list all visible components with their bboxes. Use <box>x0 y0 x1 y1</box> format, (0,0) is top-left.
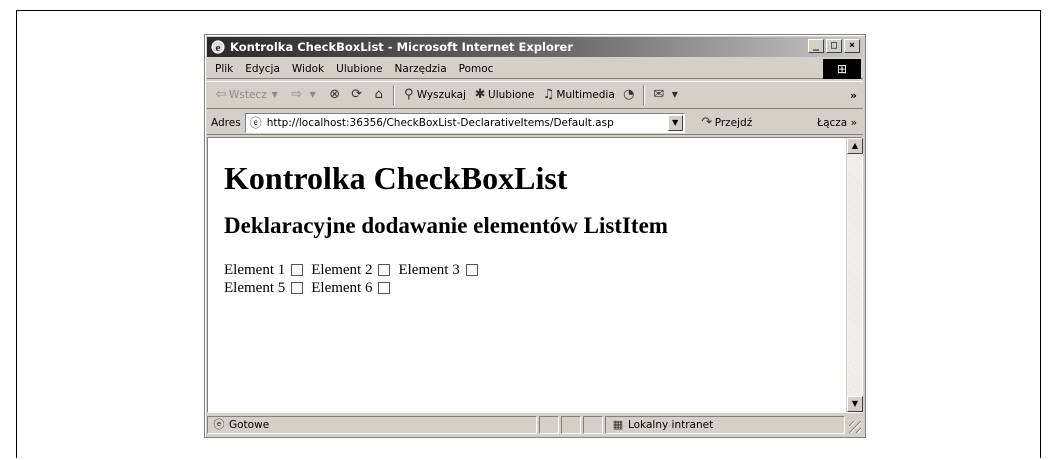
search-icon: ⚲ <box>403 87 414 102</box>
chevron-down-icon: ▼ <box>671 90 678 99</box>
checkbox[interactable] <box>291 282 304 294</box>
search-label: Wyszukaj <box>416 89 467 101</box>
mail-button[interactable]: ✉ ▼ <box>651 87 683 103</box>
title-bar[interactable]: e Kontrolka CheckBoxList - Microsoft Int… <box>207 37 863 57</box>
home-button[interactable]: ⌂ <box>371 87 387 103</box>
vertical-scrollbar[interactable]: ▲ ▼ <box>846 138 863 412</box>
media-icon: ♫ <box>542 87 555 102</box>
address-url[interactable]: http://localhost:36356/CheckBoxList-Decl… <box>267 117 662 129</box>
scroll-up-arrow-icon[interactable]: ▲ <box>847 138 863 154</box>
toolbar-separator <box>642 85 645 105</box>
checkbox-item[interactable]: Element 3 <box>398 261 478 279</box>
status-cell <box>539 416 559 434</box>
stop-button[interactable]: ⊗ <box>327 87 343 103</box>
maximize-button[interactable]: □ <box>826 39 842 53</box>
intranet-icon: ▦ <box>612 418 624 431</box>
media-button[interactable]: ♫ Multimedia <box>540 87 615 103</box>
status-main: ⓔ Gotowe <box>207 416 537 434</box>
chevron-down-icon: ▼ <box>271 90 278 99</box>
forward-button[interactable]: ⇨ ▼ <box>289 87 321 103</box>
svg-text:e: e <box>216 42 221 54</box>
checkbox-list: Element 1 Element 2 Element 3 Element 5 <box>224 261 668 297</box>
back-button[interactable]: ⇦ Wstecz ▼ <box>213 87 283 103</box>
favorites-icon: ✱ <box>474 87 486 102</box>
mail-icon: ✉ <box>653 87 665 102</box>
go-button[interactable]: ↷ Przejdź <box>699 114 753 131</box>
stop-icon: ⊗ <box>329 87 341 102</box>
back-arrow-icon: ⇦ <box>215 87 227 102</box>
refresh-icon: ⟳ <box>351 87 363 102</box>
checkbox-row: Element 1 Element 2 Element 3 <box>224 261 668 279</box>
page-content: Kontrolka CheckBoxList Deklaracyjne doda… <box>224 160 668 297</box>
window-title: Kontrolka CheckBoxList - Microsoft Inter… <box>230 40 574 54</box>
checkbox-item[interactable]: Element 1 <box>224 261 304 279</box>
go-arrow-icon: ↷ <box>701 114 713 130</box>
media-label: Multimedia <box>556 89 615 101</box>
menu-widok[interactable]: Widok <box>286 63 330 75</box>
page-viewport: Kontrolka CheckBoxList Deklaracyjne doda… <box>207 137 863 413</box>
security-zone: ▦ Lokalny intranet <box>605 416 845 434</box>
checkbox[interactable] <box>291 264 304 276</box>
checkbox-label: Element 1 <box>224 261 286 278</box>
address-label: Adres <box>211 116 241 129</box>
history-icon: ◔ <box>623 87 635 102</box>
status-cell <box>561 416 581 434</box>
menu-narzedzia[interactable]: Narzędzia <box>389 63 453 75</box>
page-heading: Kontrolka CheckBoxList <box>224 160 568 196</box>
refresh-button[interactable]: ⟳ <box>349 87 365 103</box>
checkbox[interactable] <box>378 264 391 276</box>
page-subheading: Deklaracyjne dodawanie elementów ListIte… <box>224 213 668 238</box>
close-button[interactable]: × <box>844 39 860 53</box>
history-button[interactable]: ◔ <box>621 87 637 103</box>
zone-text: Lokalny intranet <box>628 419 714 431</box>
checkbox-label: Element 6 <box>311 279 373 296</box>
windows-flag-icon: ⊞ <box>823 59 861 79</box>
menu-plik[interactable]: Plik <box>207 63 239 75</box>
browser-window: e Kontrolka CheckBoxList - Microsoft Int… <box>204 34 866 438</box>
favorites-button[interactable]: ✱ Ulubione <box>472 87 535 103</box>
address-dropdown-button[interactable]: ▼ <box>667 114 683 131</box>
forward-arrow-icon: ⇨ <box>291 87 303 102</box>
checkbox-label: Element 3 <box>398 261 460 278</box>
address-bar: Adres ⓔ http://localhost:36356/CheckBoxL… <box>207 111 863 135</box>
page-icon: ⓔ <box>249 115 262 130</box>
checkbox-item[interactable]: Element 2 <box>311 261 391 279</box>
page-done-icon: ⓔ <box>213 418 225 431</box>
checkbox[interactable] <box>465 264 478 276</box>
status-cell <box>583 416 603 434</box>
go-label: Przejdź <box>714 116 753 129</box>
standard-toolbar: ⇦ Wstecz ▼ ⇨ ▼ ⊗ ⟳ ⌂ ⚲ Wyszukaj ✱ Ulubio… <box>207 81 863 109</box>
links-button[interactable]: Łącza » <box>817 117 857 129</box>
menu-bar: Plik Edycja Widok Ulubione Narzędzia Pom… <box>207 59 863 79</box>
status-text: Gotowe <box>229 419 270 431</box>
scroll-down-arrow-icon[interactable]: ▼ <box>847 396 863 412</box>
chevron-down-icon: ▼ <box>309 90 316 99</box>
checkbox-item[interactable]: Element 5 <box>224 279 304 297</box>
minimize-button[interactable]: _ <box>808 39 824 53</box>
status-bar: ⓔ Gotowe ▦ Lokalny intranet <box>207 415 863 435</box>
home-icon: ⌂ <box>374 87 383 102</box>
menu-pomoc[interactable]: Pomoc <box>453 63 500 75</box>
toolbar-more-chevron[interactable]: » <box>850 89 857 102</box>
checkbox[interactable] <box>378 282 391 294</box>
toolbar-separator <box>392 85 395 105</box>
checkbox-label: Element 2 <box>311 261 373 278</box>
address-input[interactable]: ⓔ http://localhost:36356/CheckBoxList-De… <box>244 112 685 133</box>
menu-ulubione[interactable]: Ulubione <box>330 63 388 75</box>
resize-grip[interactable] <box>849 421 861 433</box>
checkbox-row: Element 5 Element 6 <box>224 279 668 297</box>
menu-edycja[interactable]: Edycja <box>239 63 286 75</box>
search-button[interactable]: ⚲ Wyszukaj <box>401 87 466 103</box>
favorites-label: Ulubione <box>488 89 535 101</box>
checkbox-item[interactable]: Element 6 <box>311 279 391 297</box>
ie-logo-icon: e <box>211 40 225 54</box>
checkbox-label: Element 5 <box>224 279 286 296</box>
back-label: Wstecz <box>229 89 267 101</box>
